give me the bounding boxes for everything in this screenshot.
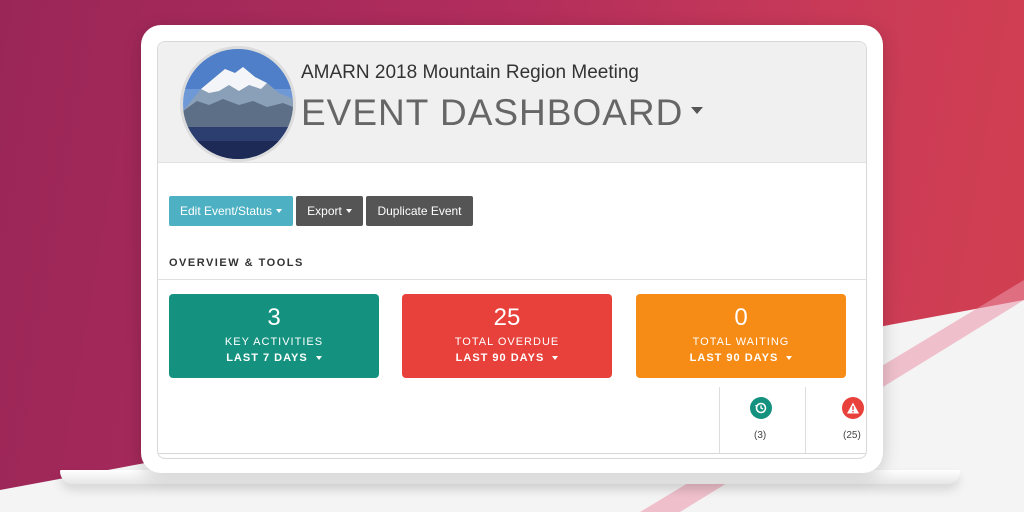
duplicate-event-button[interactable]: Duplicate Event (366, 196, 473, 226)
card-label: TOTAL OVERDUE (454, 336, 560, 348)
key-activities-card[interactable]: 3 KEY ACTIVITIES LAST 7 DAYS (169, 294, 379, 378)
event-dashboard-dropdown[interactable]: EVENT DASHBOARD (301, 92, 704, 134)
chevron-down-icon (276, 209, 283, 213)
chevron-down-icon (315, 356, 322, 361)
card-label: KEY ACTIVITIES (224, 336, 324, 348)
dashboard-screen: AMARN 2018 Mountain Region Meeting EVENT… (157, 41, 867, 459)
export-button[interactable]: Export (296, 196, 363, 226)
card-value: 25 (493, 304, 521, 331)
card-period-label: LAST 90 DAYS (455, 352, 545, 364)
mountain-photo (183, 49, 293, 159)
card-period-label: LAST 90 DAYS (689, 352, 779, 364)
bottom-divider (158, 453, 866, 454)
card-period-label: LAST 7 DAYS (226, 352, 308, 364)
card-period-dropdown[interactable]: LAST 7 DAYS (169, 352, 379, 364)
edit-event-status-button[interactable]: Edit Event/Status (169, 196, 293, 226)
card-period-dropdown[interactable]: LAST 90 DAYS (402, 352, 612, 364)
status-column-divider (805, 387, 806, 453)
chevron-down-icon (345, 209, 352, 213)
chevron-down-icon (691, 106, 704, 114)
section-divider (158, 279, 866, 280)
chevron-down-icon (786, 356, 793, 361)
event-subtitle: AMARN 2018 Mountain Region Meeting (301, 62, 639, 83)
export-label: Export (307, 204, 342, 218)
warning-icon[interactable] (842, 397, 864, 419)
history-icon[interactable] (750, 397, 772, 419)
card-period-dropdown[interactable]: LAST 90 DAYS (636, 352, 846, 364)
status-count: (3) (754, 430, 767, 441)
dashboard-header: AMARN 2018 Mountain Region Meeting EVENT… (158, 42, 866, 163)
page-title: EVENT DASHBOARD (301, 92, 684, 133)
edit-event-status-label: Edit Event/Status (179, 204, 273, 218)
laptop-frame: AMARN 2018 Mountain Region Meeting EVENT… (141, 25, 883, 473)
event-avatar (180, 46, 296, 162)
status-count: (25) (843, 430, 861, 441)
total-waiting-card[interactable]: 0 TOTAL WAITING LAST 90 DAYS (636, 294, 846, 378)
total-overdue-card[interactable]: 25 TOTAL OVERDUE LAST 90 DAYS (402, 294, 612, 378)
status-column-divider (719, 387, 720, 453)
duplicate-event-label: Duplicate Event (377, 204, 462, 218)
card-value: 3 (267, 304, 281, 331)
chevron-down-icon (552, 356, 559, 361)
card-value: 0 (734, 304, 748, 331)
card-label: TOTAL WAITING (692, 336, 790, 348)
section-heading: OVERVIEW & TOOLS (169, 257, 304, 269)
